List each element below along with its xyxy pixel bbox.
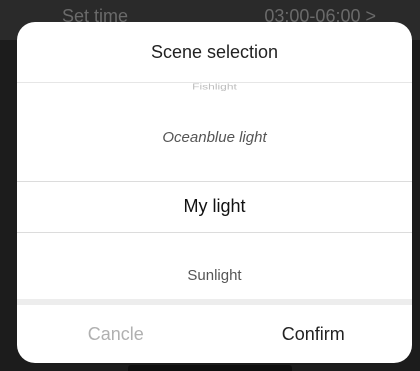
picker-item-my-light[interactable]: My light <box>17 181 412 231</box>
picker-item-fishlight[interactable]: Fishlight <box>17 83 412 94</box>
confirm-button[interactable]: Confirm <box>215 305 413 363</box>
cancel-button[interactable]: Cancle <box>17 305 215 363</box>
screen: Set time 03:00-06:00 > Scene selection F… <box>0 0 420 371</box>
dialog-title: Scene selection <box>17 22 412 83</box>
picker-item-oceanblue-light[interactable]: Oceanblue light <box>17 123 412 153</box>
home-indicator <box>128 365 292 371</box>
picker-item-sunlight[interactable]: Sunlight <box>17 261 412 291</box>
scene-picker[interactable]: Fishlight Oceanblue light My light Sunli… <box>17 83 412 305</box>
dialog-actions: Cancle Confirm <box>17 305 412 363</box>
scene-selection-dialog: Scene selection Fishlight Oceanblue ligh… <box>17 22 412 363</box>
